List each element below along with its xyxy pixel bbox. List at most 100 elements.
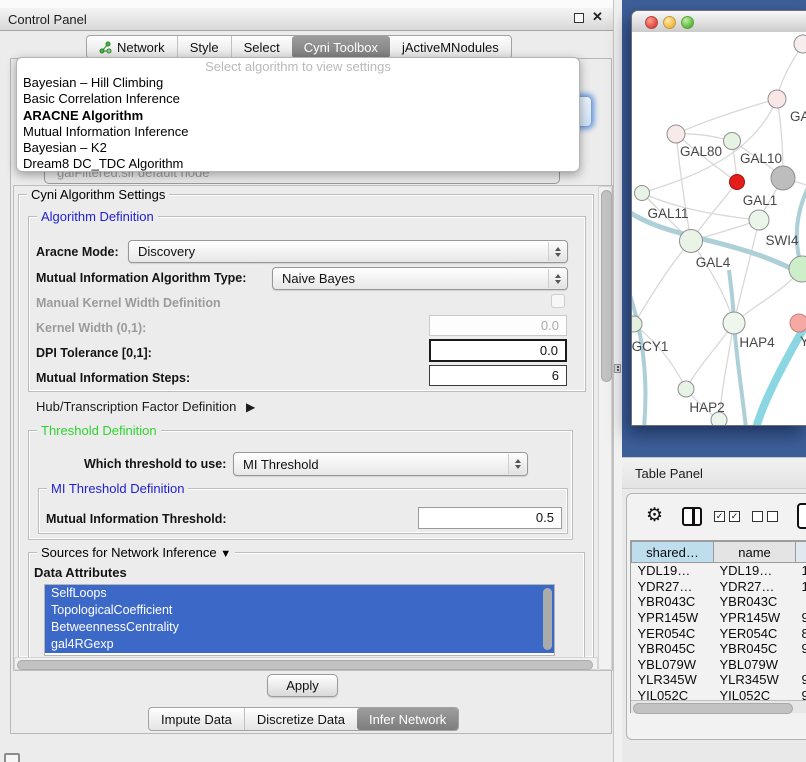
settings-horizontal-scrollbar[interactable] xyxy=(14,657,598,670)
settings-vertical-scrollbar[interactable] xyxy=(598,186,612,670)
data-attributes-label: Data Attributes xyxy=(34,565,127,580)
new-table-icon[interactable] xyxy=(797,503,806,529)
table-horizontal-scrollbar-thumb[interactable] xyxy=(633,703,793,714)
data-attributes-list[interactable]: SelfLoopsTopologicalCoefficientBetweenne… xyxy=(44,584,555,656)
tab-discretize-data[interactable]: Discretize Data xyxy=(244,708,357,730)
settings-horizontal-scrollbar-thumb[interactable] xyxy=(17,660,593,670)
algorithm-option-bayesian-hill-climbing[interactable]: Bayesian – Hill Climbing xyxy=(17,75,579,91)
algorithm-option-mutual-information-inference[interactable]: Mutual Information Inference xyxy=(17,124,579,140)
tab-jactivemnodules[interactable]: jActiveMNodules xyxy=(390,36,511,58)
manual-kernel-checkbox[interactable] xyxy=(551,294,565,308)
table-cell: YBL079W xyxy=(632,657,714,673)
threshold-definition-title: Threshold Definition xyxy=(37,423,161,438)
table-cell: YDR27… xyxy=(714,579,796,595)
table-row[interactable]: YDR27…YDR27…12 xyxy=(632,579,806,595)
table-row[interactable]: YDL19…YDL19…13 xyxy=(632,563,806,579)
network-window[interactable]: GAL80GAL10GALGAL11GAL1SWI4GAL4GCY1HAP4YH… xyxy=(631,10,806,426)
mi-threshold-field[interactable]: 0.5 xyxy=(418,507,562,529)
table-panel-title: Table Panel xyxy=(635,466,703,481)
network-edge[interactable] xyxy=(632,284,645,426)
column-view-icon[interactable] xyxy=(682,507,702,526)
table-row[interactable]: YPR145WYPR145W9. xyxy=(632,610,806,626)
algorithm-option-basic-correlation-inference[interactable]: Basic Correlation Inference xyxy=(17,91,579,107)
checked-box-icon: ✓ xyxy=(729,511,740,522)
table-row[interactable]: YBR045CYBR045C9. xyxy=(632,641,806,657)
network-edge[interactable] xyxy=(691,241,734,323)
minimized-panel-icon[interactable] xyxy=(4,753,20,762)
network-node[interactable] xyxy=(789,256,806,282)
mi-type-combobox[interactable]: Naive Bayes xyxy=(272,267,568,290)
column-header-shared[interactable]: shared… xyxy=(632,542,714,563)
tab-impute-data[interactable]: Impute Data xyxy=(149,708,244,730)
which-threshold-combobox[interactable]: MI Threshold xyxy=(233,452,528,476)
attribute-item-gal4rgexp[interactable]: gal4RGexp xyxy=(45,636,554,653)
table-cell: YDR27… xyxy=(632,579,714,595)
network-node[interactable] xyxy=(678,381,694,397)
column-header-name[interactable]: name xyxy=(714,542,796,563)
combo-stepper-icon xyxy=(548,242,566,261)
tab-cyni-toolbox[interactable]: Cyni Toolbox xyxy=(292,36,390,58)
dpi-tolerance-field[interactable]: 0.0 xyxy=(429,339,567,362)
apply-button[interactable]: Apply xyxy=(267,674,338,697)
algorithm-option-bayesian-k2[interactable]: Bayesian – K2 xyxy=(17,140,579,156)
zoom-traffic-light-icon[interactable] xyxy=(681,16,694,29)
network-edge[interactable] xyxy=(634,241,691,324)
panel-divider[interactable] xyxy=(613,0,622,762)
float-window-icon[interactable] xyxy=(574,13,584,23)
network-node[interactable] xyxy=(730,175,745,190)
tab-infer-network[interactable]: Infer Network xyxy=(357,708,458,730)
network-window-titlebar[interactable] xyxy=(632,11,806,33)
table-cell: 8. xyxy=(796,625,806,641)
network-node[interactable] xyxy=(724,133,741,150)
checked-box-icon: ✓ xyxy=(714,511,725,522)
table-panel-titlebar: Table Panel xyxy=(622,458,806,489)
table-row[interactable]: YBL079WYBL079W xyxy=(632,657,806,673)
table-cell: YBR043C xyxy=(714,594,796,610)
kernel-width-field[interactable]: 0.0 xyxy=(429,315,567,336)
table-horizontal-scrollbar[interactable] xyxy=(631,700,806,713)
control-panel-tabbar: NetworkStyleSelectCyni ToolboxjActiveMNo… xyxy=(86,35,512,59)
deselect-all-columns-icon[interactable] xyxy=(752,511,778,522)
divider-grip[interactable] xyxy=(614,364,621,373)
network-node[interactable] xyxy=(771,166,795,190)
tab-network[interactable]: Network xyxy=(87,36,177,58)
close-traffic-light-icon[interactable] xyxy=(645,16,658,29)
tab-select[interactable]: Select xyxy=(231,36,292,58)
close-icon[interactable]: ✕ xyxy=(592,9,603,25)
network-canvas[interactable]: GAL80GAL10GALGAL11GAL1SWI4GAL4GCY1HAP4YH… xyxy=(632,32,806,426)
network-node[interactable] xyxy=(680,230,703,253)
select-all-columns-icon[interactable]: ✓ ✓ xyxy=(714,511,740,522)
network-node[interactable] xyxy=(667,125,685,143)
node-label-gal80: GAL80 xyxy=(680,144,722,159)
hub-definition-toggle[interactable]: Hub/Transcription Factor Definition ▶ xyxy=(36,399,255,414)
tab-style[interactable]: Style xyxy=(177,36,231,58)
minimize-traffic-light-icon[interactable] xyxy=(663,16,676,29)
mi-steps-field[interactable]: 6 xyxy=(429,365,567,386)
table-row[interactable]: YLR345WYLR345W9. xyxy=(632,672,806,688)
network-node[interactable] xyxy=(768,90,786,108)
sources-title[interactable]: Sources for Network Inference ▼ xyxy=(37,545,235,560)
list-scrollbar[interactable] xyxy=(543,588,552,650)
attribute-item-selfloops[interactable]: SelfLoops xyxy=(45,585,554,602)
algorithm-popup-items: Bayesian – Hill ClimbingBasic Correlatio… xyxy=(17,75,579,172)
gear-icon[interactable]: ⚙ xyxy=(646,505,663,527)
network-edge[interactable] xyxy=(686,323,734,389)
collapse-down-icon: ▼ xyxy=(220,548,231,560)
aracne-mode-combobox[interactable]: Discovery xyxy=(128,240,568,263)
settings-vertical-scrollbar-thumb[interactable] xyxy=(601,190,612,382)
column-header-extra[interactable] xyxy=(796,542,806,563)
attribute-item-betweennesscentrality[interactable]: BetweennessCentrality xyxy=(45,619,554,636)
network-node[interactable] xyxy=(790,314,806,332)
network-node[interactable] xyxy=(794,35,806,53)
attribute-item-topologicalcoefficient[interactable]: TopologicalCoefficient xyxy=(45,602,554,619)
node-label-hap2: HAP2 xyxy=(689,400,724,415)
network-edge[interactable] xyxy=(676,99,777,134)
network-node[interactable] xyxy=(723,312,745,334)
network-node[interactable] xyxy=(749,210,769,230)
algorithm-option-aracne-algorithm[interactable]: ARACNE Algorithm xyxy=(17,108,579,124)
algorithm-option-dream8-dc-tdc-algorithm[interactable]: Dream8 DC_TDC Algorithm xyxy=(17,156,579,172)
table-row[interactable]: YBR043CYBR043C xyxy=(632,594,806,610)
table-row[interactable]: YER054CYER054C8. xyxy=(632,625,806,641)
node-table: shared…name YDL19…YDL19…13YDR27…YDR27…12… xyxy=(630,540,806,713)
network-node[interactable] xyxy=(635,186,650,201)
